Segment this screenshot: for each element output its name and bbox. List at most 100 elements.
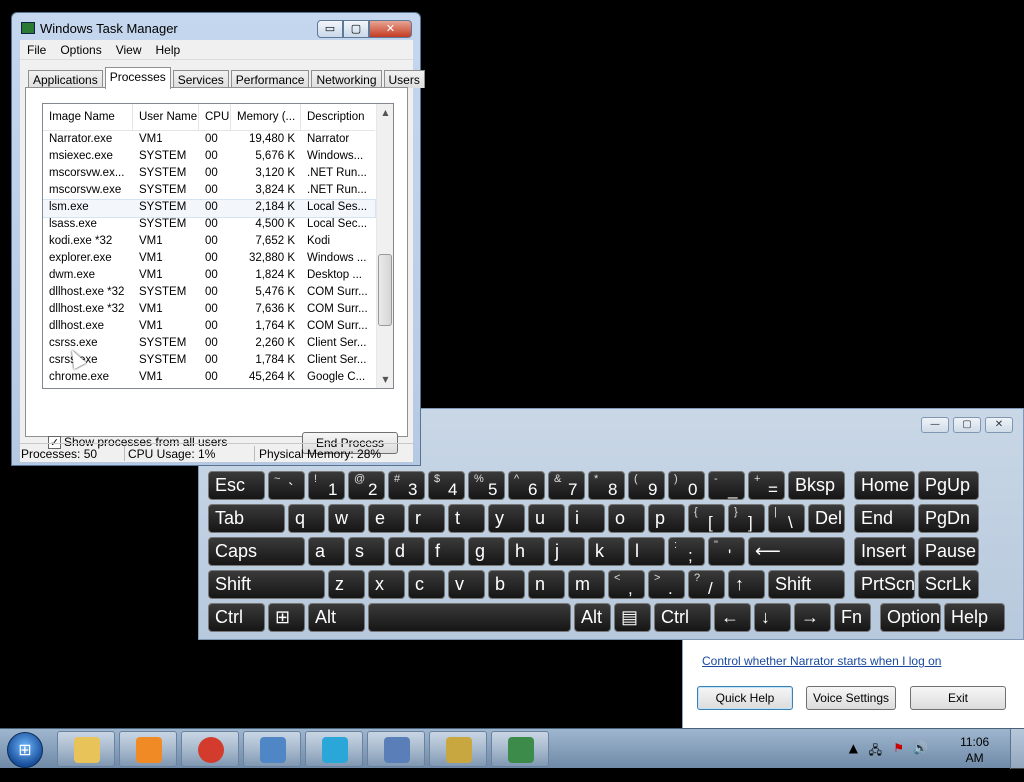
key-n[interactable]: n (528, 570, 565, 599)
taskbar-button-task-manager[interactable] (491, 731, 549, 767)
tab-users[interactable]: Users (383, 70, 425, 88)
key-7[interactable]: & 7 (548, 471, 585, 500)
key-home[interactable]: Home (854, 471, 915, 500)
scrollbar-thumb[interactable] (378, 254, 392, 326)
volume-icon[interactable]: 🔊 (913, 741, 928, 755)
key-a[interactable]: a (308, 537, 345, 566)
show-desktop-button[interactable] (1010, 729, 1024, 769)
table-row[interactable]: mscorsvw.exe SYSTEM 00 3,824 K .NET Run... (43, 183, 375, 200)
key-prtscn[interactable]: PrtScn (854, 570, 915, 599)
tab-services[interactable]: Services (172, 70, 229, 88)
key-5[interactable]: % 5 (468, 471, 505, 500)
key-shift[interactable]: Shift (208, 570, 325, 599)
key-4[interactable]: $4 (428, 471, 465, 500)
key-symbol[interactable]: ⊞ (268, 603, 305, 632)
key-b[interactable]: b (488, 570, 525, 599)
table-row[interactable]: Narrator.exe VM1 00 19,480 K Narrator (43, 132, 375, 149)
key-8[interactable]: * 8 (588, 471, 625, 500)
key-del[interactable]: Del (808, 504, 845, 533)
key-k[interactable]: k (588, 537, 625, 566)
key-symbol[interactable]: >. (648, 570, 685, 599)
key-m[interactable]: m (568, 570, 605, 599)
key-bksp[interactable]: Bksp (788, 471, 845, 500)
scroll-down-icon[interactable]: ▼ (377, 371, 393, 388)
menu-options[interactable]: Options (53, 40, 108, 59)
minimize-button[interactable]: ▭ (317, 20, 343, 38)
key-2[interactable]: @2 (348, 471, 385, 500)
key-c[interactable]: c (408, 570, 445, 599)
key-alt[interactable]: Alt (308, 603, 365, 632)
menu-help[interactable]: Help (149, 40, 188, 59)
clock[interactable]: 11:06 AM 2/5/2023 (951, 734, 998, 782)
key-symbol[interactable]: :; (668, 537, 705, 566)
key-fn[interactable]: Fn (834, 603, 871, 632)
key-pgup[interactable]: PgUp (918, 471, 979, 500)
quick-help-button[interactable]: Quick Help (697, 686, 793, 710)
key-o[interactable]: o (608, 504, 645, 533)
key-ctrl[interactable]: Ctrl (208, 603, 265, 632)
key-u[interactable]: u (528, 504, 565, 533)
key-insert[interactable]: Insert (854, 537, 915, 566)
table-row[interactable]: msiexec.exe SYSTEM 00 5,676 K Windows... (43, 149, 375, 166)
key-1[interactable]: ! 1 (308, 471, 345, 500)
close-button[interactable]: ✕ (369, 20, 412, 38)
key-caps[interactable]: Caps (208, 537, 305, 566)
show-hidden-icons-icon[interactable]: ▲ (849, 741, 858, 755)
key-alt[interactable]: Alt (574, 603, 611, 632)
key-symbol[interactable]: ↑ (728, 570, 765, 599)
process-list[interactable]: Image Name User Name CPU Memory (... Des… (42, 103, 394, 389)
column-description[interactable]: Description (301, 104, 377, 131)
key-r[interactable]: r (408, 504, 445, 533)
tab-applications[interactable]: Applications (28, 70, 103, 88)
table-row[interactable]: mscorsvw.ex... SYSTEM 00 3,120 K .NET Run... (43, 166, 375, 183)
voice-settings-button[interactable]: Voice Settings (806, 686, 896, 710)
key-help[interactable]: Help (944, 603, 1005, 632)
key-t[interactable]: t (448, 504, 485, 533)
taskbar-button-control-panel[interactable] (243, 731, 301, 767)
process-list-scrollbar[interactable]: ▲ ▼ (376, 104, 393, 388)
key-symbol[interactable]: " ' (708, 537, 745, 566)
scroll-up-icon[interactable]: ▲ (377, 104, 393, 121)
key-h[interactable]: h (508, 537, 545, 566)
column-cpu[interactable]: CPU (199, 104, 231, 131)
key-g[interactable]: g (468, 537, 505, 566)
key-0[interactable]: ) 0 (668, 471, 705, 500)
table-row[interactable]: chrome.exe VM1 00 45,264 K Google C... (43, 370, 375, 387)
key-j[interactable]: j (548, 537, 585, 566)
menu-file[interactable]: File (20, 40, 53, 59)
key-3[interactable]: #3 (388, 471, 425, 500)
key-tab[interactable]: Tab (208, 504, 285, 533)
key-p[interactable]: p (648, 504, 685, 533)
key-symbol[interactable]: ~ ` (268, 471, 305, 500)
key-symbol[interactable]: }] (728, 504, 765, 533)
key-z[interactable]: z (328, 570, 365, 599)
table-row[interactable]: kodi.exe *32 VM1 00 7,652 K Kodi (43, 234, 375, 251)
key-ctrl[interactable]: Ctrl (654, 603, 711, 632)
key-e[interactable]: e (368, 504, 405, 533)
taskbar-button-narrator[interactable] (429, 731, 487, 767)
key-6[interactable]: ^ 6 (508, 471, 545, 500)
key-symbol[interactable]: | \ (768, 504, 805, 533)
key-y[interactable]: y (488, 504, 525, 533)
taskbar-button-kodi[interactable] (305, 731, 363, 767)
key-options[interactable]: Options (880, 603, 941, 632)
taskbar-button-media-player[interactable] (119, 731, 177, 767)
table-row[interactable]: csrss.exe SYSTEM 00 2,260 K Client Ser... (43, 336, 375, 353)
table-row[interactable]: dllhost.exe VM1 00 1,764 K COM Surr... (43, 319, 375, 336)
maximize-button[interactable]: ▢ (343, 20, 369, 38)
key-w[interactable]: w (328, 504, 365, 533)
table-row[interactable]: dwm.exe VM1 00 1,824 K Desktop ... (43, 268, 375, 285)
osk-minimize-button[interactable]: — (921, 417, 949, 433)
table-row[interactable]: explorer.exe VM1 00 32,880 K Windows ... (43, 251, 375, 268)
key-d[interactable]: d (388, 537, 425, 566)
key-v[interactable]: v (448, 570, 485, 599)
key-symbol[interactable]: <, (608, 570, 645, 599)
taskbar-button-osk[interactable] (367, 731, 425, 767)
start-button[interactable]: ⊞ (7, 732, 43, 768)
key-symbol[interactable]: → (794, 603, 831, 632)
taskbar-button-chrome[interactable] (181, 731, 239, 767)
tab-processes[interactable]: Processes (104, 67, 171, 89)
key-symbol[interactable]: ← (714, 603, 751, 632)
exit-button[interactable]: Exit (910, 686, 1006, 710)
narrator-startup-link[interactable]: Control whether Narrator starts when I l… (702, 654, 941, 668)
